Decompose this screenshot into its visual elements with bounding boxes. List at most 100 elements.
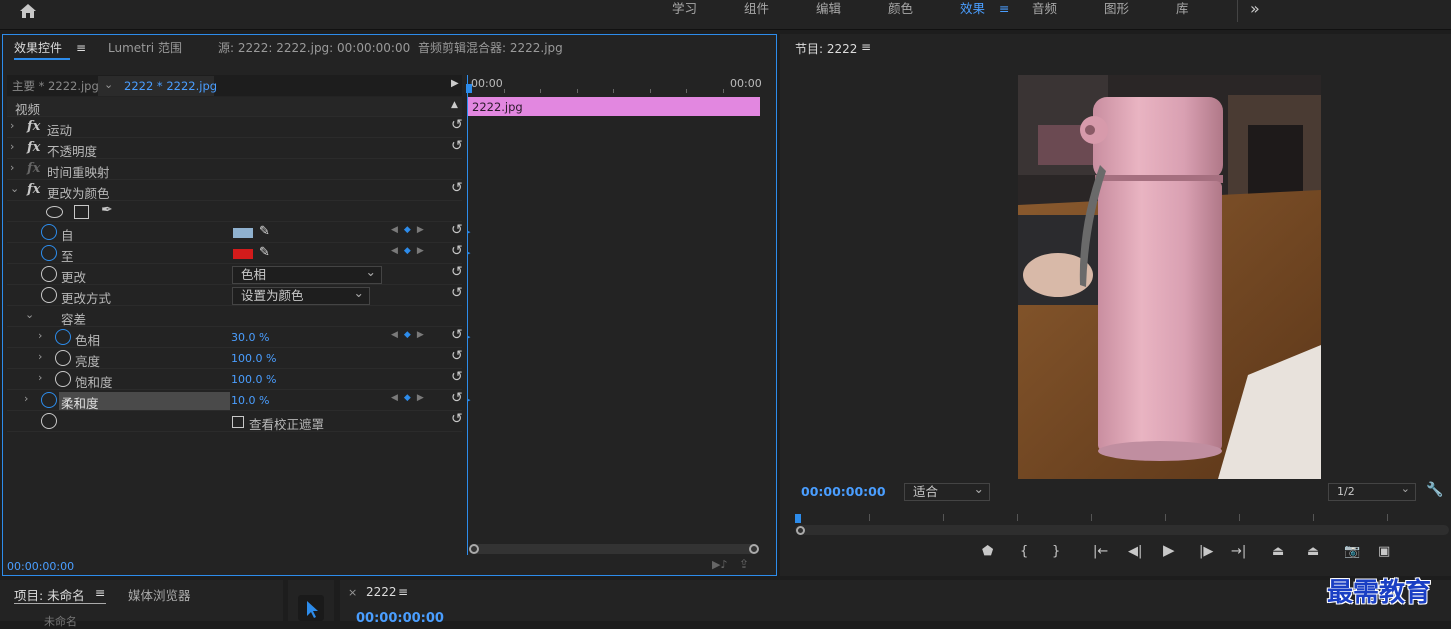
workspace-graphics[interactable]: 图形	[1104, 0, 1129, 20]
color-swatch[interactable]	[233, 249, 253, 259]
chevron-down-icon[interactable]: ⌄	[25, 308, 34, 321]
reset-icon[interactable]: ↺	[451, 117, 463, 133]
tab-sequence[interactable]: 2222	[366, 585, 397, 599]
effect-timecode[interactable]: 00:00:00:00	[7, 560, 74, 573]
eyedropper-icon[interactable]: ✎	[259, 224, 270, 239]
go-to-out-icon[interactable]: →|	[1231, 544, 1246, 559]
fx-icon[interactable]: fx	[27, 140, 40, 155]
program-title[interactable]: 节目: 2222	[795, 40, 857, 57]
collapse-up-icon[interactable]: ▲	[451, 100, 458, 110]
tab-audio-clip-mixer[interactable]: 音频剪辑混合器: 2222.jpg	[418, 38, 563, 58]
workspace-audio[interactable]: 音频	[1032, 0, 1057, 20]
chevron-down-icon[interactable]: ⌄	[10, 182, 19, 195]
param-row-from[interactable]: 自 ✎ ◀◆▶ ↺	[7, 222, 463, 243]
reset-icon[interactable]: ↺	[451, 222, 463, 238]
workspace-editing[interactable]: 编辑	[816, 0, 841, 20]
workspace-learn[interactable]: 学习	[672, 0, 697, 20]
fit-dropdown[interactable]: 适合	[904, 481, 990, 501]
workspace-assembly[interactable]: 组件	[744, 0, 769, 20]
keyframe-marker[interactable]: ▸	[467, 228, 471, 236]
video-frame[interactable]	[1018, 75, 1321, 479]
project-item[interactable]: 未命名	[44, 613, 77, 629]
reset-icon[interactable]: ↺	[451, 348, 463, 364]
tab-effect-controls[interactable]: 效果控件	[14, 38, 62, 58]
comparison-view-icon[interactable]: ▣	[1378, 544, 1390, 559]
ellipse-mask-icon[interactable]	[46, 206, 63, 218]
reset-icon[interactable]: ↺	[451, 327, 463, 343]
clip-label[interactable]: 2222 * 2222.jpg	[124, 79, 217, 93]
fx-icon[interactable]: fx	[27, 119, 40, 134]
eyedropper-icon[interactable]: ✎	[259, 245, 270, 260]
param-row-hue[interactable]: › 色相 30.0 % ◀◆▶ ↺	[7, 327, 463, 348]
stopwatch-icon[interactable]	[41, 245, 57, 261]
tab-project[interactable]: 项目: 未命名	[14, 585, 85, 604]
stopwatch-icon[interactable]	[41, 266, 57, 282]
tab-media-browser[interactable]: 媒体浏览器	[128, 585, 191, 604]
effect-row-motion[interactable]: › fx 运动 ↺	[7, 117, 463, 138]
param-row-change[interactable]: 更改 色相 ↺	[7, 264, 463, 285]
chevron-right-icon[interactable]: ›	[38, 350, 42, 363]
stopwatch-icon[interactable]	[55, 350, 71, 366]
change-dropdown[interactable]: 色相	[232, 264, 382, 284]
step-forward-icon[interactable]: |▶	[1199, 544, 1213, 559]
chevron-right-icon[interactable]: ›	[10, 119, 14, 132]
softness-value[interactable]: 10.0 %	[231, 394, 269, 407]
rectangle-mask-icon[interactable]	[74, 205, 89, 219]
change-by-dropdown[interactable]: 设置为颜色	[232, 285, 370, 305]
hue-value[interactable]: 30.0 %	[231, 331, 269, 344]
stopwatch-icon[interactable]	[41, 287, 57, 303]
chevron-right-icon[interactable]: ›	[24, 392, 28, 405]
program-scrubber[interactable]	[795, 525, 1449, 535]
saturation-value[interactable]: 100.0 %	[231, 373, 276, 386]
fx-icon[interactable]: fx	[27, 182, 40, 197]
keyframe-nav[interactable]: ◀◆▶	[391, 225, 430, 235]
reset-icon[interactable]: ↺	[451, 285, 463, 301]
param-row-view-matte[interactable]: 查看校正遮罩 ↺	[7, 411, 463, 432]
panel-menu-icon[interactable]: ≡	[398, 585, 408, 599]
reset-icon[interactable]: ↺	[451, 411, 463, 427]
effect-row-opacity[interactable]: › fx 不透明度 ↺	[7, 138, 463, 159]
more-workspaces-icon[interactable]: »	[1250, 0, 1260, 20]
keyframe-marker[interactable]: ▸	[467, 333, 471, 341]
param-row-softness[interactable]: › 柔和度 10.0 % ◀◆▶ ↺	[7, 390, 463, 411]
audio-scrub-icon[interactable]: ▶♪	[712, 558, 727, 571]
close-icon[interactable]: ×	[348, 586, 357, 599]
mark-in-icon[interactable]: {	[1020, 544, 1028, 559]
param-row-saturation[interactable]: › 饱和度 100.0 % ↺	[7, 369, 463, 390]
param-row-tolerance[interactable]: ⌄ 容差	[7, 307, 462, 327]
keyframe-marker[interactable]: ▸	[467, 396, 471, 404]
effect-timeline[interactable]: 00:00 00:00 2222.jpg ▸ ▸ ▸ ▸ ▶♪ ⇪	[466, 75, 764, 571]
play-icon[interactable]: ▶	[1163, 541, 1175, 559]
chevron-right-icon[interactable]: ›	[10, 140, 14, 153]
effect-row-time-remap[interactable]: › fx 时间重映射	[7, 160, 462, 180]
panel-menu-icon[interactable]: ≡	[861, 40, 871, 54]
tab-lumetri-scopes[interactable]: Lumetri 范围	[108, 38, 182, 58]
panel-menu-icon[interactable]: ≡	[95, 585, 105, 600]
param-row-to[interactable]: 至 ✎ ◀◆▶ ↺	[7, 243, 463, 264]
stopwatch-icon[interactable]	[41, 224, 57, 240]
param-row-change-by[interactable]: 更改方式 设置为颜色 ↺	[7, 285, 463, 306]
tab-source[interactable]: 源: 2222: 2222.jpg: 00:00:00:00	[218, 38, 410, 58]
camera-icon[interactable]: 📷	[1344, 544, 1360, 559]
reset-icon[interactable]: ↺	[451, 243, 463, 259]
program-playhead-icon[interactable]	[795, 514, 801, 523]
reset-icon[interactable]: ↺	[451, 180, 463, 196]
stopwatch-icon[interactable]	[55, 371, 71, 387]
chevron-right-icon[interactable]: ›	[10, 161, 14, 174]
workspace-libraries[interactable]: 库	[1176, 0, 1189, 20]
lift-icon[interactable]: ⏏	[1272, 544, 1284, 559]
play-only-icon[interactable]: ▶	[451, 78, 459, 89]
selection-tool[interactable]	[298, 595, 324, 621]
color-swatch[interactable]	[233, 228, 253, 238]
extract-icon[interactable]: ⏏	[1307, 544, 1319, 559]
stopwatch-icon[interactable]	[41, 413, 57, 429]
step-back-icon[interactable]: ◀|	[1128, 544, 1142, 559]
program-timecode[interactable]: 00:00:00:00	[801, 484, 886, 499]
stopwatch-icon[interactable]	[55, 329, 71, 345]
home-icon[interactable]	[19, 3, 37, 19]
workspace-effects[interactable]: 效果	[960, 0, 985, 20]
go-to-in-icon[interactable]: |←	[1093, 544, 1108, 559]
chevron-right-icon[interactable]: ›	[38, 371, 42, 384]
reset-icon[interactable]: ↺	[451, 264, 463, 280]
pen-mask-icon[interactable]: ✒	[101, 202, 113, 218]
